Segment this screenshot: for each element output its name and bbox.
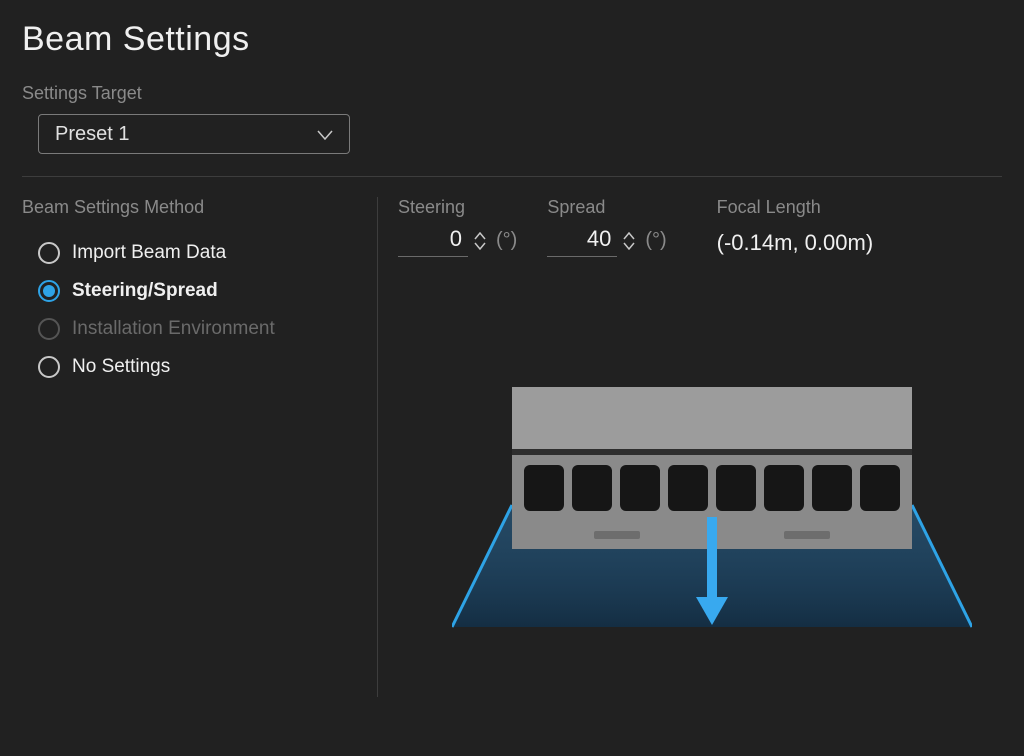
steering-input[interactable] [398, 224, 468, 257]
radio-icon [38, 318, 60, 340]
method-option-no-settings[interactable]: No Settings [22, 348, 357, 386]
focal-label: Focal Length [717, 197, 874, 218]
method-column: Beam Settings Method Import Beam Data St… [22, 197, 378, 697]
focal-value: (-0.14m, 0.00m) [717, 230, 874, 256]
method-label: Beam Settings Method [22, 197, 357, 218]
chevron-down-icon [317, 123, 333, 146]
settings-target-label: Settings Target [22, 83, 1002, 104]
steering-unit: (°) [496, 229, 517, 252]
method-option-label: No Settings [72, 356, 170, 378]
spread-stepper[interactable] [623, 232, 635, 250]
spread-label: Spread [547, 197, 666, 218]
steering-stepper[interactable] [474, 232, 486, 250]
method-option-import[interactable]: Import Beam Data [22, 234, 357, 272]
beam-visualization [452, 387, 972, 647]
method-option-label: Steering/Spread [72, 280, 218, 302]
method-option-label: Installation Environment [72, 318, 275, 340]
radio-icon [38, 356, 60, 378]
spread-unit: (°) [645, 229, 666, 252]
steering-label: Steering [398, 197, 517, 218]
method-option-steering-spread[interactable]: Steering/Spread [22, 272, 357, 310]
method-option-installation-env: Installation Environment [22, 310, 357, 348]
divider [22, 176, 1002, 177]
spread-input[interactable] [547, 224, 617, 257]
radio-icon [38, 242, 60, 264]
method-option-label: Import Beam Data [72, 242, 226, 264]
settings-target-select[interactable]: Preset 1 [38, 114, 350, 154]
radio-icon [38, 280, 60, 302]
beam-params: Steering (°) Spread [398, 197, 1002, 257]
settings-target-value: Preset 1 [55, 123, 129, 146]
page-title: Beam Settings [22, 20, 1002, 59]
